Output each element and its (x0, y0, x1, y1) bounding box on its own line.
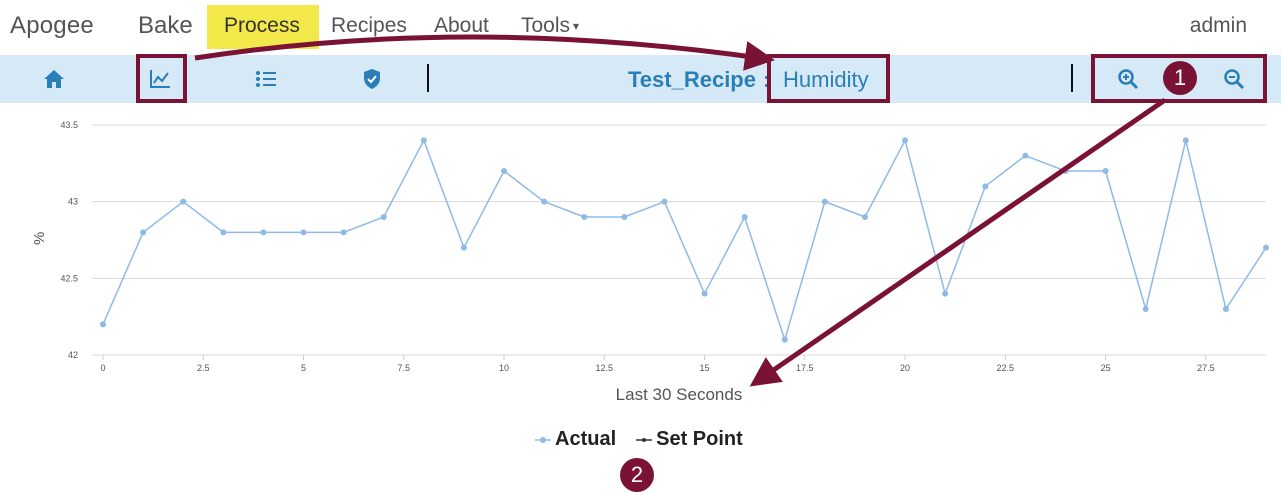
home-icon[interactable] (38, 63, 70, 95)
y-tick-label: 42.5 (60, 273, 78, 283)
annotation-badge-1: 1 (1163, 61, 1197, 95)
x-tick-label: 5 (301, 363, 306, 373)
data-point[interactable] (220, 229, 227, 236)
data-point[interactable] (581, 214, 588, 220)
toolbar-divider-right (1071, 64, 1073, 92)
y-axis-ticks: 42 42.5 43 43.5 (60, 120, 78, 360)
x-tick-label: 22.5 (997, 363, 1015, 373)
nav-item-tools[interactable]: Tools ▾ (521, 14, 579, 38)
x-tick-label: 27.5 (1197, 363, 1215, 373)
list-icon[interactable] (250, 63, 282, 95)
data-point[interactable] (982, 183, 989, 190)
x-tick-label: 20 (900, 363, 910, 373)
data-point[interactable] (1222, 306, 1229, 312)
recipe-toolbar: Test_Recipe : Humidity (0, 55, 1281, 103)
x-tick-label: 25 (1101, 363, 1111, 373)
data-point[interactable] (420, 137, 427, 144)
data-point[interactable] (460, 244, 467, 251)
x-tick-label: 17.5 (796, 363, 814, 373)
data-point[interactable] (1263, 244, 1269, 251)
data-point[interactable] (902, 137, 909, 144)
brand-product[interactable]: Bake (138, 12, 193, 40)
data-point[interactable] (1182, 137, 1189, 144)
data-point[interactable] (661, 198, 668, 205)
legend-setpoint-label: Set Point (656, 428, 743, 450)
chevron-down-icon: ▾ (573, 19, 580, 34)
data-point[interactable] (1062, 168, 1069, 174)
legend-item-actual[interactable]: Actual (535, 428, 616, 451)
data-point[interactable] (741, 214, 748, 220)
series-actual-line (102, 138, 1267, 343)
legend-actual-marker (535, 436, 551, 443)
nav-item-process[interactable]: Process (224, 14, 300, 38)
x-tick-label: 2.5 (197, 363, 210, 373)
top-navbar: Apogee Bake Process Recipes About Tools ▾… (0, 0, 1281, 52)
nav-item-about[interactable]: About (434, 14, 489, 38)
series-actual-points (100, 137, 1269, 343)
legend-actual-label: Actual (555, 428, 617, 450)
x-tick-label: 15 (700, 363, 710, 373)
legend-setpoint-marker (636, 437, 653, 442)
data-point[interactable] (701, 290, 708, 297)
humidity-line-chart: 42 42.5 43 43.5 0 2.5 5 7.5 10 12.5 15 17.5 20 22.5 2… (31, 120, 1269, 404)
data-point[interactable] (380, 214, 387, 220)
y-tick-label: 42 (68, 350, 78, 360)
data-point[interactable] (140, 229, 147, 236)
x-axis-ticks: 0 2.5 5 7.5 10 12.5 15 17.5 20 22.5 25 27.5 (100, 355, 1215, 373)
recipe-name: Test_Recipe (628, 67, 756, 92)
data-point[interactable] (861, 214, 868, 220)
brand-name[interactable]: Apogee (10, 12, 94, 40)
data-point[interactable] (100, 321, 106, 328)
y-tick-label: 43.5 (60, 120, 78, 130)
chart-gridlines (92, 124, 1266, 356)
x-tick-label: 7.5 (398, 363, 411, 373)
data-point[interactable] (180, 198, 187, 205)
nav-item-tools-label: Tools (521, 14, 571, 37)
legend-item-set-point[interactable]: Set Point (636, 428, 743, 451)
toolbar-divider (427, 64, 429, 92)
shield-check-icon[interactable] (356, 63, 388, 95)
x-axis-label: Last 30 Seconds (616, 385, 743, 404)
annotation-box-chart-icon (136, 54, 187, 103)
x-tick-label: 12.5 (596, 363, 614, 373)
data-point[interactable] (821, 198, 828, 205)
data-point[interactable] (1022, 152, 1029, 159)
chart-legend: Actual Set Point (535, 428, 743, 451)
x-tick-label: 0 (100, 363, 105, 373)
data-point[interactable] (781, 336, 788, 343)
data-point[interactable] (1102, 168, 1109, 174)
x-tick-label: 10 (499, 363, 509, 373)
data-point[interactable] (340, 229, 347, 236)
annotation-badge-2: 2 (620, 458, 654, 492)
data-point[interactable] (942, 290, 949, 297)
data-point[interactable] (260, 229, 267, 236)
user-menu[interactable]: admin (1190, 14, 1247, 38)
annotation-box-parameter (767, 54, 890, 103)
data-point[interactable] (621, 214, 628, 220)
y-axis-label: % (31, 232, 48, 245)
y-tick-label: 43 (68, 197, 78, 207)
data-point[interactable] (501, 168, 508, 174)
data-point[interactable] (1142, 306, 1149, 312)
data-point[interactable] (541, 198, 548, 205)
nav-item-recipes[interactable]: Recipes (331, 14, 407, 38)
data-point[interactable] (300, 229, 307, 236)
